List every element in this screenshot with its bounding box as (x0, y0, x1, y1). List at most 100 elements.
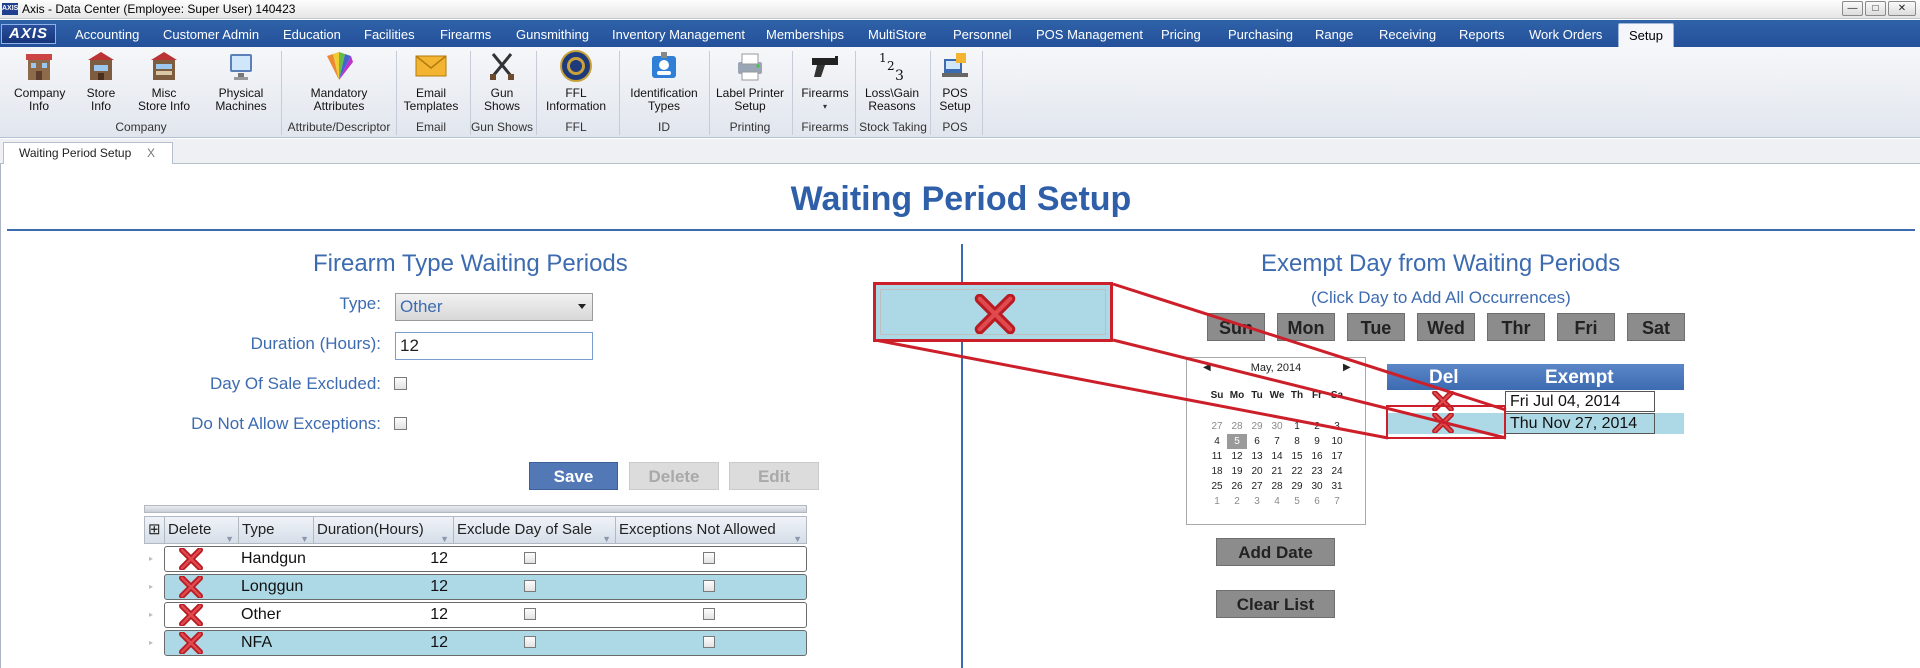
menu-tab-facilities[interactable]: Facilities (362, 23, 417, 47)
save-button[interactable]: Save (529, 462, 618, 490)
menu-tab-receiving[interactable]: Receiving (1377, 23, 1438, 47)
row-exceptions-checkbox[interactable] (703, 552, 715, 564)
row-exceptions-checkbox[interactable] (703, 580, 715, 592)
svg-text:1: 1 (879, 51, 887, 65)
loss-gain-reasons-button[interactable]: 123 Loss\Gain Reasons (860, 49, 924, 113)
row-exclude-day-checkbox[interactable] (524, 608, 536, 620)
menu-tab-education[interactable]: Education (281, 23, 343, 47)
email-templates-button[interactable]: Email Templates (403, 49, 459, 113)
minimize-button[interactable]: — (1842, 1, 1863, 16)
menu-tab-pos-management[interactable]: POS Management (1034, 23, 1145, 47)
gun-shows-button[interactable]: Gun Shows (474, 49, 530, 113)
row-indicator: ▸ (149, 582, 154, 591)
printer-icon (734, 49, 766, 83)
column-header-exempt[interactable]: Exempt (1545, 367, 1614, 389)
numbers-icon: 123 (876, 49, 908, 83)
delete-row-icon[interactable] (178, 631, 204, 655)
menu-tab-accounting[interactable]: Accounting (73, 23, 141, 47)
delete-row-icon[interactable] (178, 547, 204, 571)
menu-tab-firearms[interactable]: Firearms (438, 23, 493, 47)
table-row[interactable]: Handgun 12 (164, 546, 807, 572)
day-button-thr[interactable]: Thr (1487, 313, 1545, 341)
edit-button[interactable]: Edit (729, 462, 819, 490)
document-tab-bar: Waiting Period Setup X (0, 139, 1920, 164)
menu-tab-multistore[interactable]: MultiStore (866, 23, 929, 47)
gun-shows-label: Gun Shows (483, 86, 521, 113)
mandatory-attributes-button[interactable]: Mandatory Attributes (303, 49, 375, 113)
delete-row-icon[interactable] (178, 575, 204, 599)
row-exceptions-checkbox[interactable] (703, 608, 715, 620)
grid-options-icon[interactable]: ⊞ (145, 517, 165, 543)
duration-label: Duration (Hours): (250, 334, 381, 353)
column-header-duration[interactable]: Duration(Hours) ▼ (314, 517, 454, 544)
ribbon-separator (982, 51, 983, 135)
menu-tab-memberships[interactable]: Memberships (764, 23, 846, 47)
type-select[interactable]: Other (395, 293, 593, 321)
calendar-week-row[interactable]: 18 19 20 21 22 23 24 (1207, 464, 1347, 479)
pos-setup-button[interactable]: POS Setup (935, 49, 975, 113)
calendar-week-row[interactable]: 11 12 13 14 15 16 17 (1207, 449, 1347, 464)
menu-tab-pricing[interactable]: Pricing (1159, 23, 1203, 47)
misc-store-info-button[interactable]: Misc Store Info (133, 49, 195, 113)
menu-tab-purchasing[interactable]: Purchasing (1226, 23, 1295, 47)
delete-button[interactable]: Delete (629, 462, 719, 490)
exempt-day-section-title: Exempt Day from Waiting Periods (1261, 250, 1621, 277)
company-info-button[interactable]: Company Info (10, 49, 68, 113)
day-button-mon[interactable]: Mon (1277, 313, 1335, 341)
ffl-information-button[interactable]: FFL Information (539, 49, 613, 113)
label-printer-setup-button[interactable]: Label Printer Setup (714, 49, 786, 113)
clear-list-button[interactable]: Clear List (1216, 590, 1335, 618)
day-button-tue[interactable]: Tue (1347, 313, 1405, 341)
tab-waiting-period-setup[interactable]: Waiting Period Setup X (3, 142, 173, 164)
chevron-down-icon (578, 304, 586, 309)
physical-machines-button[interactable]: Physical Machines (214, 49, 268, 113)
next-month-icon[interactable]: ▶ (1343, 362, 1351, 373)
date-picker-calendar[interactable]: ◀ May, 2014 ▶ Su Mo Tu We Th Fr Sa 27 28 29 30 1 2 3… (1186, 357, 1366, 525)
maximize-button[interactable]: □ (1865, 1, 1886, 16)
calendar-week-row[interactable]: 27 28 29 30 1 2 3 (1207, 419, 1347, 434)
day-button-sat[interactable]: Sat (1627, 313, 1685, 341)
delete-row-icon[interactable] (178, 603, 204, 627)
menu-tab-work-orders[interactable]: Work Orders (1527, 23, 1604, 47)
day-button-sun[interactable]: Sun (1207, 313, 1265, 341)
column-header-exclude-day-of-sale[interactable]: Exclude Day of Sale ▼ (454, 517, 616, 544)
callout-zoom-box (873, 282, 1113, 342)
calendar-week-row[interactable]: 25 26 27 28 29 30 31 (1207, 479, 1347, 494)
calendar-week-row[interactable]: 4 5 6 7 8 9 10 (1207, 434, 1347, 449)
table-row[interactable]: NFA 12 (164, 630, 807, 656)
column-header-type[interactable]: Type ▼ (239, 517, 314, 544)
close-window-button[interactable]: ✕ (1888, 1, 1916, 16)
duration-input[interactable]: 12 (395, 332, 593, 360)
add-date-button[interactable]: Add Date (1216, 538, 1335, 566)
close-tab-icon[interactable]: X (147, 143, 155, 163)
grid-group-panel (144, 505, 807, 513)
table-row[interactable]: Other 12 (164, 602, 807, 628)
column-header-del[interactable]: Del (1429, 367, 1459, 389)
do-not-allow-exceptions-checkbox[interactable] (394, 417, 407, 430)
menu-tab-range[interactable]: Range (1313, 23, 1355, 47)
day-button-fri[interactable]: Fri (1557, 313, 1615, 341)
column-header-exceptions-not-allowed[interactable]: Exceptions Not Allowed ▼ (616, 517, 806, 544)
identification-types-button[interactable]: Identification Types (625, 49, 703, 113)
ribbon-group-printing: Printing (729, 120, 771, 134)
menu-tab-gunsmithing[interactable]: Gunsmithing (514, 23, 591, 47)
day-of-sale-excluded-checkbox[interactable] (394, 377, 407, 390)
row-exclude-day-checkbox[interactable] (524, 580, 536, 592)
column-header-delete[interactable]: Delete ▼ (165, 517, 239, 544)
window-title: Axis - Data Center (Employee: Super User… (22, 2, 296, 16)
row-exclude-day-checkbox[interactable] (524, 636, 536, 648)
day-button-wed[interactable]: Wed (1417, 313, 1475, 341)
row-exclude-day-checkbox[interactable] (524, 552, 536, 564)
table-row[interactable]: Longgun 12 (164, 574, 807, 600)
menu-tab-setup[interactable]: Setup (1618, 23, 1674, 47)
row-exceptions-checkbox[interactable] (703, 636, 715, 648)
firearms-button[interactable]: Firearms ▾ (797, 49, 853, 113)
menu-tab-inventory-management[interactable]: Inventory Management (610, 23, 747, 47)
firearm-type-section-title: Firearm Type Waiting Periods (313, 250, 628, 277)
callout-highlight-box (1386, 405, 1506, 439)
store-info-button[interactable]: Store Info (78, 49, 124, 113)
menu-tab-personnel[interactable]: Personnel (951, 23, 1014, 47)
calendar-week-row[interactable]: 1234567 (1207, 494, 1347, 509)
menu-tab-customer-admin[interactable]: Customer Admin (161, 23, 261, 47)
menu-tab-reports[interactable]: Reports (1457, 23, 1507, 47)
